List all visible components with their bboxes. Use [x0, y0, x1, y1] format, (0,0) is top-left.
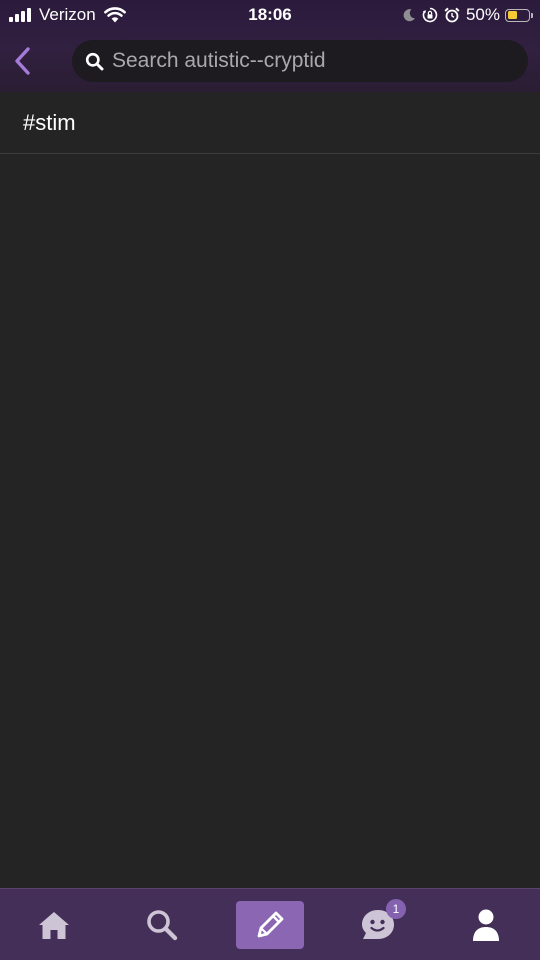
nav-compose-button[interactable] — [236, 901, 304, 949]
search-icon — [147, 910, 178, 941]
orientation-lock-icon — [422, 7, 438, 23]
app-screen: Verizon 18:06 50% Search autistic--crypt… — [0, 0, 540, 960]
home-icon — [39, 912, 69, 939]
search-input[interactable] — [112, 49, 492, 73]
search-result-item[interactable]: #stim — [0, 93, 540, 154]
status-right: 50% — [402, 5, 533, 25]
person-icon — [473, 909, 499, 941]
search-icon — [85, 52, 104, 70]
bottom-navigation: 1 — [0, 888, 540, 960]
back-button[interactable] — [8, 44, 38, 78]
search-bar[interactable] — [72, 40, 528, 82]
status-bar: Verizon 18:06 50% — [0, 0, 540, 30]
notification-badge: 1 — [386, 899, 406, 919]
battery-fill — [507, 11, 517, 19]
nav-account-button[interactable] — [452, 901, 520, 949]
moon-icon — [403, 9, 415, 22]
header-area: Verizon 18:06 50% Search autistic--crypt… — [0, 0, 540, 92]
nav-search-button[interactable] — [128, 901, 196, 949]
pencil-icon — [257, 911, 284, 938]
nav-activity-button[interactable]: 1 — [344, 899, 412, 949]
result-tag-label: #stim — [23, 110, 76, 135]
alarm-icon — [444, 7, 460, 23]
battery-icon — [505, 8, 533, 22]
chevron-left-icon — [15, 47, 30, 75]
battery-percent: 50% — [465, 5, 500, 24]
nav-home-button[interactable] — [20, 901, 88, 949]
